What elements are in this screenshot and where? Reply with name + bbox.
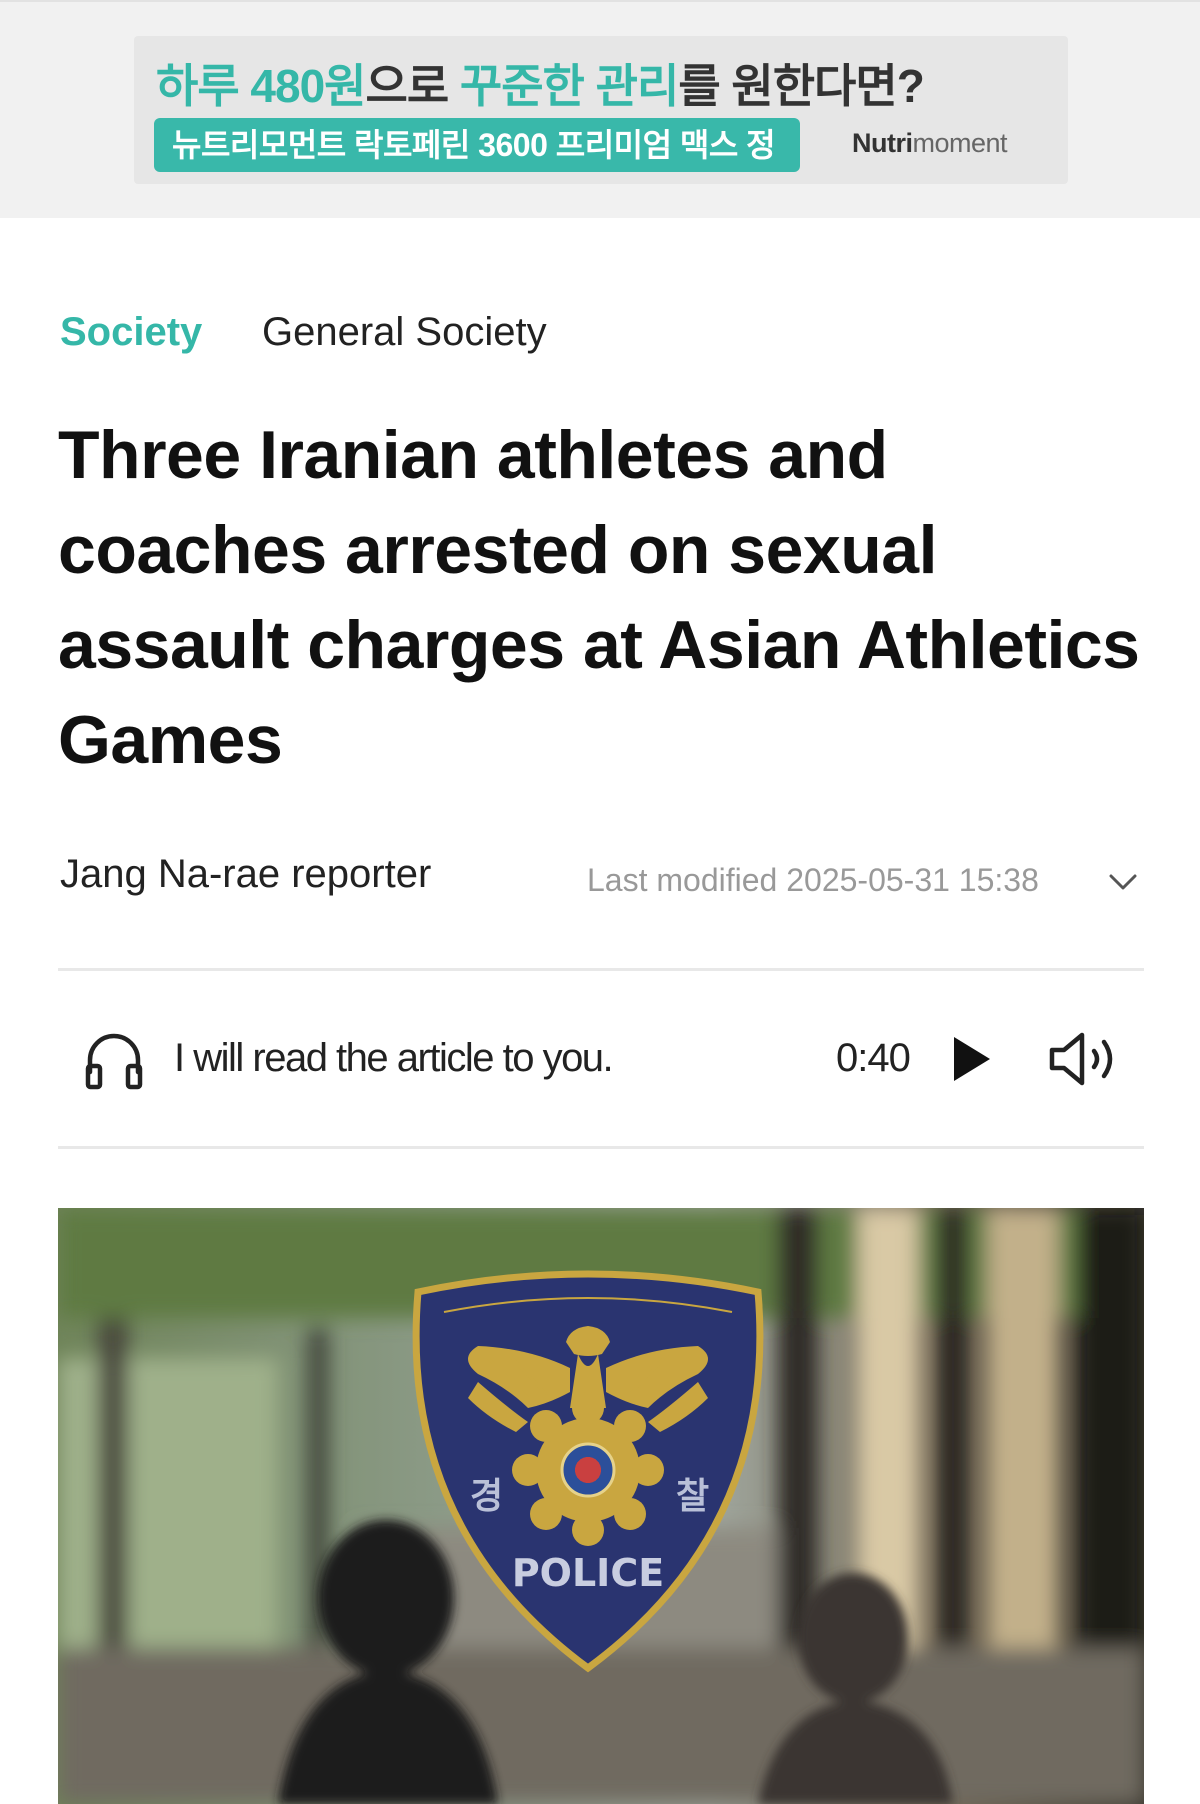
subcategory-link[interactable]: General Society (262, 310, 547, 355)
emblem-police-text: POLICE (512, 1551, 664, 1595)
article-headline: Three Iranian athletes and coaches arres… (58, 417, 1140, 778)
emblem-char-left: 경 (470, 1476, 503, 1517)
police-station-photo: 경 찰 POLICE (58, 1208, 1144, 1804)
chevron-down-icon[interactable] (1108, 870, 1138, 894)
last-modified[interactable]: Last modified 2025-05-31 15:38 (587, 862, 1039, 899)
ad-headline-accent-1: 하루 480원 (156, 60, 366, 112)
headphones-icon (85, 1033, 143, 1090)
audio-player: I will read the article to you. 0:40 (58, 1000, 1144, 1118)
volume-icon[interactable] (1048, 1030, 1122, 1088)
ad-brand-logo: Nutrimoment (852, 128, 1008, 159)
audio-label: I will read the article to you. (174, 1036, 614, 1080)
article-photo[interactable]: 경 찰 POLICE (58, 1208, 1144, 1804)
ad-brand-bold: Nutri (852, 128, 913, 158)
ad-banner[interactable]: 하루 480원으로 꾸준한 관리를 원한다면? 뉴트리모먼트 락토페린 3600… (134, 36, 1068, 184)
ad-cta-button[interactable]: 뉴트리모먼트 락토페린 3600 프리미엄 맥스 정 (154, 118, 800, 172)
ad-headline-text-1: 으로 (365, 60, 460, 112)
emblem-char-right: 찰 (676, 1476, 709, 1517)
ad-headline-text-2: 를 원한다면? (678, 60, 924, 112)
audio-duration: 0:40 (836, 1036, 911, 1080)
category-link[interactable]: Society (60, 310, 202, 355)
ad-banner-area: 하루 480원으로 꾸준한 관리를 원한다면? 뉴트리모먼트 락토페린 3600… (0, 0, 1200, 218)
ad-headline[interactable]: 하루 480원으로 꾸준한 관리를 원한다면? (156, 50, 925, 116)
divider (58, 968, 1144, 971)
ad-brand-rest: moment (912, 128, 1008, 158)
divider (58, 1146, 1144, 1149)
reporter-name[interactable]: Jang Na-rae reporter (60, 852, 431, 897)
ad-headline-accent-2: 꾸준한 관리 (459, 60, 679, 112)
play-icon[interactable] (950, 1034, 994, 1084)
